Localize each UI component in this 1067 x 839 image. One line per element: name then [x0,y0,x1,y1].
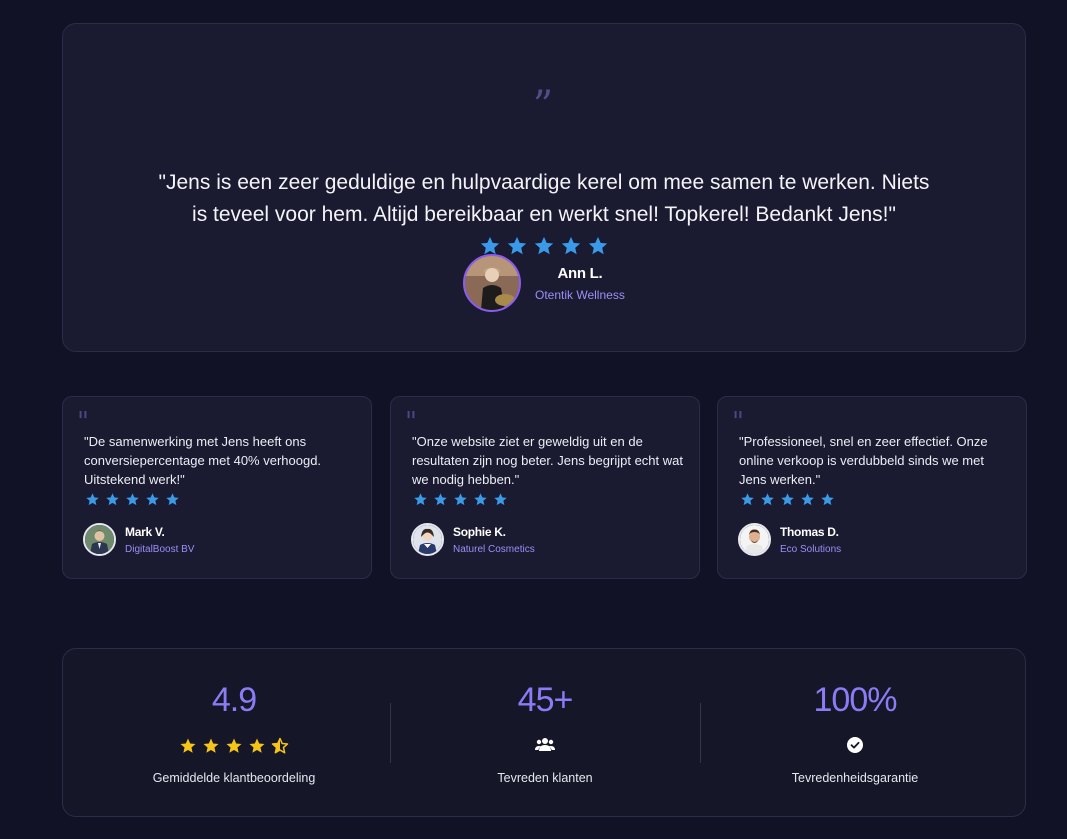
testimonial-rating [85,492,180,507]
avatar [411,523,444,556]
star-icon [453,492,468,507]
star-icon [820,492,835,507]
stat-guarantee: 100% Tevredenheidsgarantie [700,649,1010,816]
author-name: Ann L. [557,264,603,282]
testimonial-card: " "Onze website ziet er geweldig uit en … [390,396,700,579]
stat-label: Gemiddelde klantbeoordeling [152,771,316,785]
star-icon [413,492,428,507]
stat-value: 4.9 [211,681,257,719]
author-name: Thomas D. [780,524,839,539]
author-company: Naturel Cosmetics [453,543,535,555]
star-icon [740,492,755,507]
star-icon [179,737,197,755]
testimonial-quote: "Onze website ziet er geweldig uit en de… [412,434,683,487]
star-icon [202,737,220,755]
star-icon [105,492,120,507]
quote-mark-icon: ” [532,83,556,129]
avatar [738,523,771,556]
stat-label: Tevreden klanten [497,771,593,785]
testimonial-author: Sophie K. Naturel Cosmetics [411,523,535,556]
star-icon [433,492,448,507]
star-icon [473,492,488,507]
featured-testimonial: ” "Jens is een zeer geduldige en hulpvaa… [62,23,1026,352]
star-icon [493,492,508,507]
star-icon [165,492,180,507]
testimonial-quote: "De samenwerking met Jens heeft ons conv… [84,434,322,487]
author-company: Otentik Wellness [535,287,625,302]
star-icon [780,492,795,507]
author-company: DigitalBoost BV [125,543,195,555]
author-name: Sophie K. [453,524,506,539]
users-icon [535,737,555,758]
author-name: Mark V. [125,524,165,539]
star-icon [85,492,100,507]
featured-author: Ann L. Otentik Wellness [463,254,625,312]
featured-quote: "Jens is een zeer geduldige en hulpvaard… [158,171,930,226]
stat-clients: 45+ Tevreden klanten [390,649,700,816]
star-icon [800,492,815,507]
star-icon [145,492,160,507]
stat-value: 100% [813,681,898,719]
testimonial-author: Mark V. DigitalBoost BV [83,523,194,556]
testimonial-card: " "De samenwerking met Jens heeft ons co… [62,396,372,579]
testimonial-author: Thomas D. Eco Solutions [738,523,841,556]
testimonial-rating [413,492,508,507]
check-circle-icon [847,737,863,758]
star-icon [125,492,140,507]
star-icon [225,737,243,755]
testimonial-quote: "Professioneel, snel en zeer effectief. … [739,434,988,487]
stat-value: 45+ [517,681,574,719]
star-icon [760,492,775,507]
stat-rating: 4.9 Gemiddelde klantbeoordeling [79,649,389,816]
stat-label: Tevredenheidsgarantie [791,771,919,785]
testimonial-card: " "Professioneel, snel en zeer effectief… [717,396,1027,579]
star-rating-icon [179,737,289,755]
stats-panel: 4.9 Gemiddelde klantbeoordeling 45+ Tevr… [62,648,1026,817]
star-icon [271,737,289,755]
testimonial-rating [740,492,835,507]
star-icon [248,737,266,755]
avatar [83,523,116,556]
avatar [463,254,521,312]
author-company: Eco Solutions [780,543,842,555]
